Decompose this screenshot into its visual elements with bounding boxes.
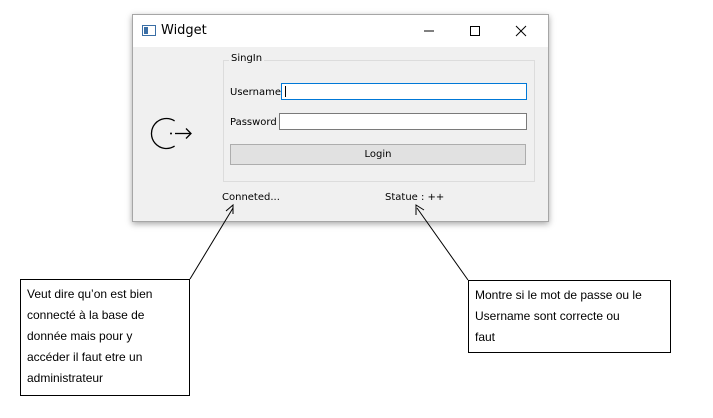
annotation-line: donnée mais pour y [27, 329, 133, 343]
right-arrowhead [415, 204, 425, 215]
right-annotation-pointer [416, 207, 469, 281]
annotation-line: Montre si le mot de passe ou le [475, 288, 642, 302]
annotation-box-connection: Veut dire qu’on est bien connecté à la b… [20, 279, 190, 396]
annotation-line: accéder il faut etre un [27, 350, 143, 364]
left-annotation-pointer [189, 207, 234, 280]
annotation-box-statue: Montre si le mot de passe ou le Username… [468, 280, 671, 353]
annotation-line: Username sont correcte ou [475, 309, 620, 323]
annotation-line: Veut dire qu’on est bien [27, 287, 153, 301]
annotation-line: connecté à la base de [27, 308, 145, 322]
annotation-line: faut [475, 330, 496, 344]
annotation-line: administrateur [27, 371, 104, 385]
